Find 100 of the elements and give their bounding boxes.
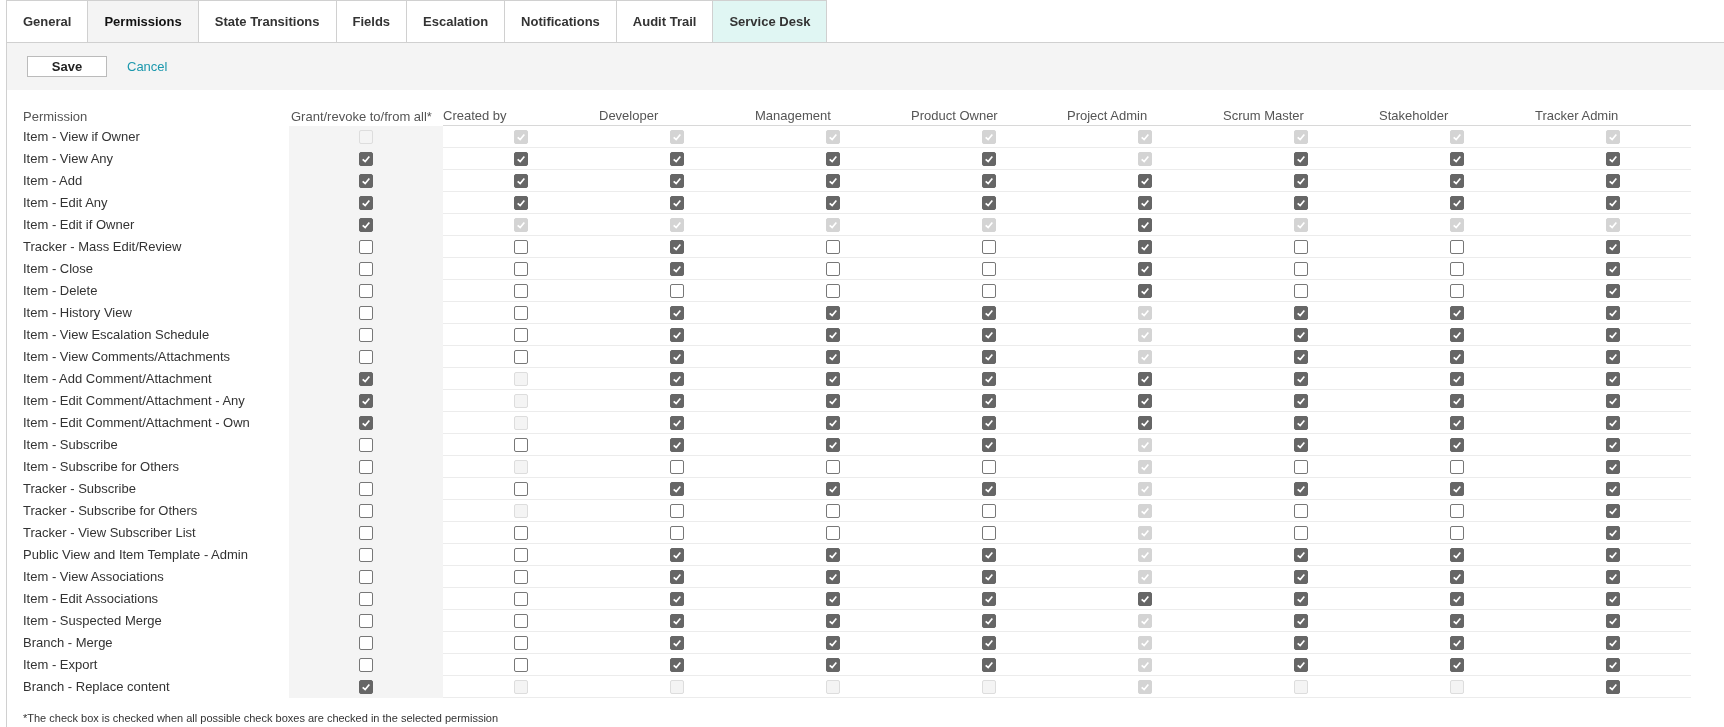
checkbox[interactable] bbox=[982, 393, 996, 408]
checkbox[interactable] bbox=[1606, 195, 1620, 210]
checkbox[interactable] bbox=[826, 503, 840, 518]
checkbox[interactable] bbox=[1138, 393, 1152, 408]
checkbox[interactable] bbox=[359, 482, 373, 496]
checkbox[interactable] bbox=[359, 658, 373, 672]
checkbox[interactable] bbox=[1450, 613, 1464, 628]
checkbox[interactable] bbox=[1294, 569, 1308, 584]
checkbox[interactable] bbox=[670, 459, 684, 474]
checkbox[interactable] bbox=[1294, 415, 1308, 430]
checkbox[interactable] bbox=[982, 569, 996, 584]
checkbox[interactable] bbox=[359, 306, 373, 320]
checkbox[interactable] bbox=[670, 613, 684, 628]
checkbox[interactable] bbox=[359, 504, 373, 518]
checkbox[interactable] bbox=[826, 305, 840, 320]
checkbox[interactable] bbox=[670, 327, 684, 342]
checkbox[interactable] bbox=[359, 174, 373, 188]
checkbox[interactable] bbox=[670, 393, 684, 408]
checkbox[interactable] bbox=[1294, 305, 1308, 320]
checkbox[interactable] bbox=[1606, 415, 1620, 430]
checkbox[interactable] bbox=[982, 239, 996, 254]
checkbox[interactable] bbox=[514, 261, 528, 276]
checkbox[interactable] bbox=[1294, 547, 1308, 562]
checkbox[interactable] bbox=[982, 305, 996, 320]
tab[interactable]: Notifications bbox=[505, 0, 617, 42]
checkbox[interactable] bbox=[1294, 195, 1308, 210]
checkbox[interactable] bbox=[359, 460, 373, 474]
tab[interactable]: Service Desk bbox=[713, 0, 828, 42]
checkbox[interactable] bbox=[359, 526, 373, 540]
checkbox[interactable] bbox=[1606, 481, 1620, 496]
checkbox[interactable] bbox=[1450, 349, 1464, 364]
checkbox[interactable] bbox=[359, 240, 373, 254]
checkbox[interactable] bbox=[670, 283, 684, 298]
checkbox[interactable] bbox=[359, 196, 373, 210]
checkbox[interactable] bbox=[1606, 327, 1620, 342]
checkbox[interactable] bbox=[826, 371, 840, 386]
checkbox[interactable] bbox=[670, 657, 684, 672]
tab[interactable]: Permissions bbox=[88, 0, 199, 42]
checkbox[interactable] bbox=[1606, 261, 1620, 276]
checkbox[interactable] bbox=[1606, 657, 1620, 672]
checkbox[interactable] bbox=[359, 570, 373, 584]
checkbox[interactable] bbox=[1606, 525, 1620, 540]
checkbox[interactable] bbox=[1606, 393, 1620, 408]
checkbox[interactable] bbox=[826, 613, 840, 628]
checkbox[interactable] bbox=[1450, 393, 1464, 408]
checkbox[interactable] bbox=[514, 481, 528, 496]
checkbox[interactable] bbox=[826, 591, 840, 606]
checkbox[interactable] bbox=[982, 261, 996, 276]
checkbox[interactable] bbox=[1138, 415, 1152, 430]
checkbox[interactable] bbox=[670, 481, 684, 496]
checkbox[interactable] bbox=[1138, 591, 1152, 606]
checkbox[interactable] bbox=[359, 614, 373, 628]
checkbox[interactable] bbox=[670, 569, 684, 584]
checkbox[interactable] bbox=[670, 591, 684, 606]
checkbox[interactable] bbox=[826, 393, 840, 408]
checkbox[interactable] bbox=[1450, 371, 1464, 386]
checkbox[interactable] bbox=[1606, 283, 1620, 298]
checkbox[interactable] bbox=[670, 239, 684, 254]
checkbox[interactable] bbox=[670, 415, 684, 430]
checkbox[interactable] bbox=[359, 416, 373, 430]
checkbox[interactable] bbox=[1294, 261, 1308, 276]
checkbox[interactable] bbox=[1294, 481, 1308, 496]
checkbox[interactable] bbox=[359, 152, 373, 166]
checkbox[interactable] bbox=[1450, 437, 1464, 452]
checkbox[interactable] bbox=[826, 525, 840, 540]
checkbox[interactable] bbox=[1294, 371, 1308, 386]
checkbox[interactable] bbox=[1450, 591, 1464, 606]
checkbox[interactable] bbox=[514, 657, 528, 672]
checkbox[interactable] bbox=[359, 592, 373, 606]
checkbox[interactable] bbox=[1606, 459, 1620, 474]
checkbox[interactable] bbox=[826, 173, 840, 188]
checkbox[interactable] bbox=[514, 437, 528, 452]
checkbox[interactable] bbox=[826, 349, 840, 364]
checkbox[interactable] bbox=[1138, 371, 1152, 386]
checkbox[interactable] bbox=[514, 547, 528, 562]
checkbox[interactable] bbox=[359, 350, 373, 364]
checkbox[interactable] bbox=[826, 327, 840, 342]
checkbox[interactable] bbox=[826, 481, 840, 496]
checkbox[interactable] bbox=[1606, 569, 1620, 584]
checkbox[interactable] bbox=[514, 151, 528, 166]
checkbox[interactable] bbox=[982, 349, 996, 364]
checkbox[interactable] bbox=[1294, 437, 1308, 452]
checkbox[interactable] bbox=[514, 327, 528, 342]
checkbox[interactable] bbox=[514, 613, 528, 628]
checkbox[interactable] bbox=[670, 635, 684, 650]
checkbox[interactable] bbox=[359, 438, 373, 452]
checkbox[interactable] bbox=[982, 547, 996, 562]
checkbox[interactable] bbox=[1450, 525, 1464, 540]
checkbox[interactable] bbox=[1606, 349, 1620, 364]
checkbox[interactable] bbox=[514, 591, 528, 606]
tab[interactable]: Escalation bbox=[407, 0, 506, 42]
checkbox[interactable] bbox=[1138, 283, 1152, 298]
checkbox[interactable] bbox=[1294, 239, 1308, 254]
checkbox[interactable] bbox=[1294, 151, 1308, 166]
checkbox[interactable] bbox=[982, 437, 996, 452]
checkbox[interactable] bbox=[826, 459, 840, 474]
checkbox[interactable] bbox=[359, 284, 373, 298]
checkbox[interactable] bbox=[670, 151, 684, 166]
checkbox[interactable] bbox=[1450, 503, 1464, 518]
checkbox[interactable] bbox=[1450, 635, 1464, 650]
